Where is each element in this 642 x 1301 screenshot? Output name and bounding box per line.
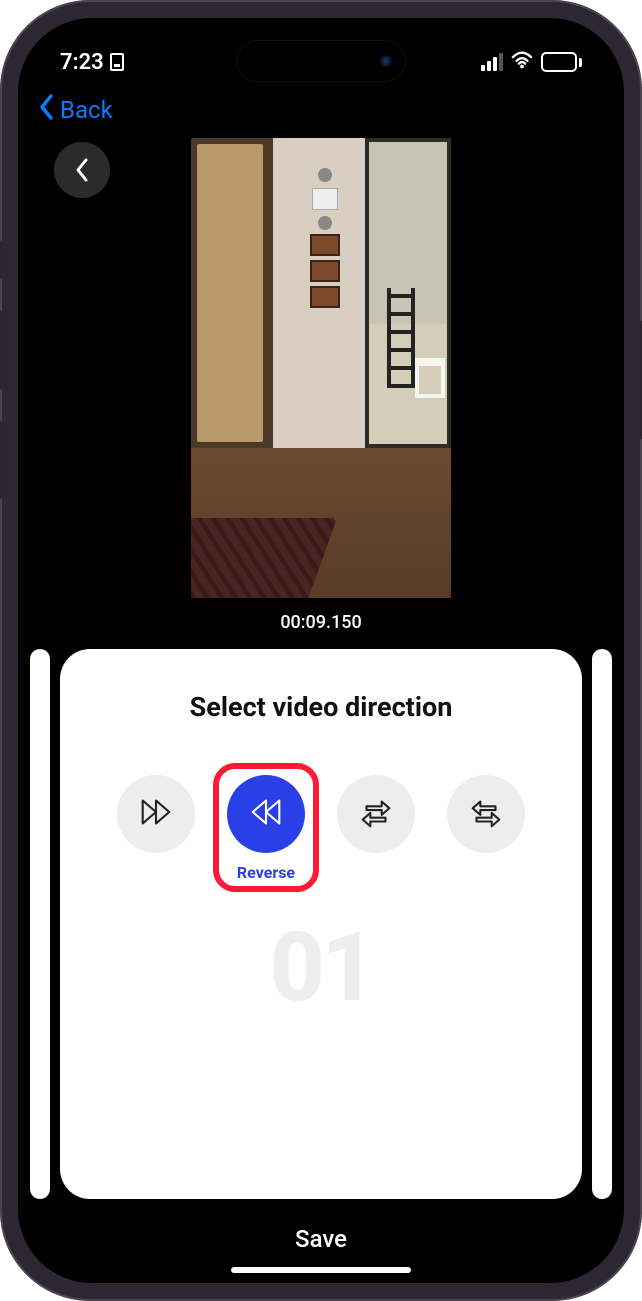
direction-swap-a[interactable] <box>337 775 415 853</box>
id-card-icon <box>110 53 124 71</box>
fast-forward-icon <box>137 793 175 835</box>
chevron-left-icon[interactable] <box>38 94 56 126</box>
rewind-icon <box>247 793 285 835</box>
swap-right-left-icon <box>357 793 395 835</box>
direction-options: Reverse <box>117 775 525 882</box>
nav-bar: Back <box>18 84 624 134</box>
battery-icon: 70 <box>541 52 582 72</box>
prev-sheet-peek[interactable] <box>30 649 50 1199</box>
side-buttons-left <box>0 240 2 530</box>
sheet-row: Select video direction <box>18 649 624 1199</box>
sheet-title: Select video direction <box>190 691 453 723</box>
battery-percent: 70 <box>560 55 575 70</box>
status-time: 7:23 <box>60 50 104 75</box>
timecode-label: 00:09.150 <box>18 612 624 633</box>
video-back-button[interactable] <box>54 142 110 198</box>
direction-forward[interactable] <box>117 775 195 853</box>
direction-swap-b[interactable] <box>447 775 525 853</box>
video-frame <box>191 138 451 598</box>
save-button[interactable]: Save <box>18 1199 624 1267</box>
wifi-icon <box>511 50 533 75</box>
page-number: 01 <box>270 912 373 1024</box>
cellular-signal-icon <box>481 53 503 71</box>
video-preview[interactable] <box>18 134 624 598</box>
swap-left-right-icon <box>467 793 505 835</box>
direction-sheet: Select video direction <box>60 649 582 1199</box>
direction-reverse[interactable]: Reverse <box>227 775 305 882</box>
home-indicator[interactable] <box>231 1267 411 1273</box>
screen: 7:23 70 Back <box>18 18 624 1283</box>
next-sheet-peek[interactable] <box>592 649 612 1199</box>
direction-reverse-label: Reverse <box>237 863 295 882</box>
dynamic-island <box>236 40 406 82</box>
back-button[interactable]: Back <box>60 96 113 124</box>
phone-frame: 7:23 70 Back <box>0 0 642 1301</box>
content-area: 00:09.150 Select video direction <box>18 134 624 1283</box>
front-camera-icon <box>379 54 393 68</box>
